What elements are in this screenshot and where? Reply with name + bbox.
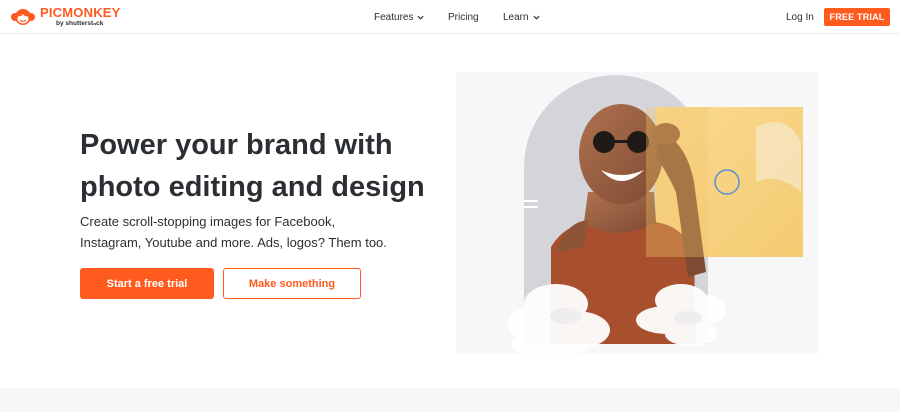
start-free-trial-button[interactable]: Start a free trial — [80, 268, 214, 299]
site-header: PICMONKEY by shutterstₙck Features Prici… — [0, 0, 900, 34]
free-trial-button[interactable]: FREE TRIAL — [824, 8, 890, 26]
nav-learn[interactable]: Learn — [503, 0, 540, 34]
chevron-down-icon — [533, 15, 540, 20]
make-something-button[interactable]: Make something — [223, 268, 361, 299]
nav-features-label: Features — [374, 11, 414, 23]
nav-features[interactable]: Features — [374, 0, 424, 34]
chevron-down-icon — [417, 15, 424, 20]
nav-pricing[interactable]: Pricing — [448, 0, 479, 34]
hero-headline: Power your brand with photo editing and … — [80, 124, 440, 208]
monkey-logo-icon — [11, 9, 35, 25]
subtext-line-1: Create scroll-stopping images for Facebo… — [80, 214, 336, 229]
logo-text: PICMONKEY by shutterstₙck — [40, 6, 121, 28]
picmonkey-logo[interactable]: PICMONKEY by shutterstₙck — [10, 4, 121, 30]
headline-line-1: Power your brand with — [80, 129, 393, 161]
next-section-band — [0, 388, 900, 412]
login-link[interactable]: Log In — [786, 0, 814, 34]
nav-learn-label: Learn — [503, 11, 529, 23]
brand-tagline: by shutterstₙck — [56, 20, 104, 28]
subtext-line-2: Instagram, Youtube and more. Ads, logos?… — [80, 235, 387, 250]
nav-pricing-label: Pricing — [448, 11, 479, 23]
hero-subtext: Create scroll-stopping images for Facebo… — [80, 211, 410, 253]
headline-line-2: photo editing and design — [80, 171, 425, 203]
brand-name: PICMONKEY — [40, 5, 121, 21]
hero-image — [456, 72, 818, 354]
